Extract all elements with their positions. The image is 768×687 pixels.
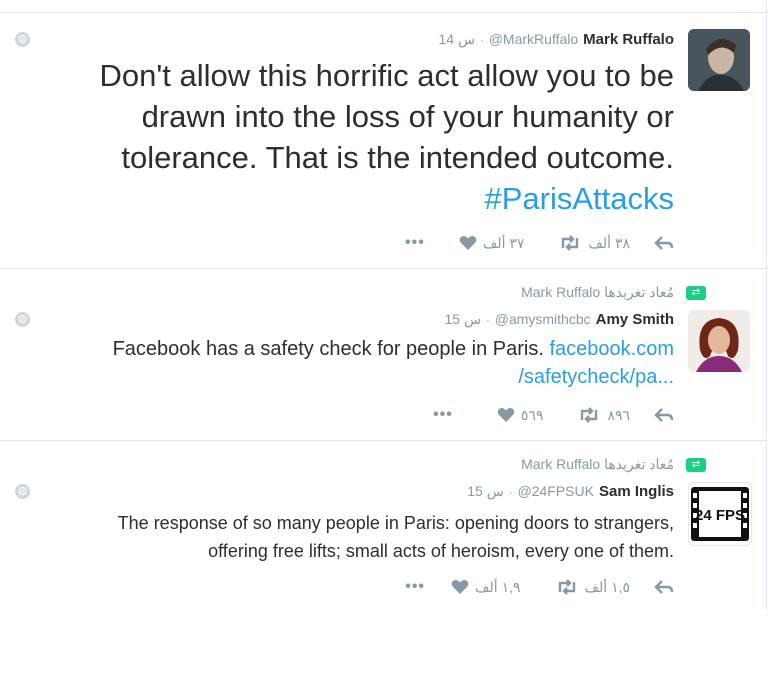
tweet[interactable]: ⇄ Mark Ruffalo مُعاد تغريدها ◍ 15 س · @2…	[0, 440, 766, 611]
tweet-text: Facebook has a safety check for people i…	[74, 335, 674, 391]
reply-icon[interactable]	[654, 235, 674, 251]
tweet[interactable]: ◍ 14 س · @MarkRuffalo Mark Ruffalo Don't…	[0, 12, 766, 269]
heart-icon	[497, 407, 515, 423]
tweet-text-body: Don't allow this horrific act allow you …	[99, 58, 674, 175]
tweet-text-body: Facebook has a safety check for people i…	[112, 338, 544, 360]
retweet-button[interactable]: ١,٥ ألف	[555, 579, 630, 596]
tweet-header: 15 س · @24FPSUK Sam Inglis	[467, 483, 674, 500]
avatar-label: 24 FPS	[695, 507, 745, 524]
timeline: ◍ 14 س · @MarkRuffalo Mark Ruffalo Don't…	[0, 0, 767, 610]
heart-icon	[459, 235, 477, 251]
retweet-icon	[558, 235, 582, 251]
tweet-time[interactable]: 15 س	[445, 311, 482, 328]
more-icon[interactable]: •••	[405, 578, 425, 596]
retweet-context-icon: ⇄	[686, 286, 706, 300]
user-name[interactable]: Mark Ruffalo	[583, 31, 674, 48]
like-button[interactable]: ١,٩ ألف	[451, 578, 521, 596]
reply-icon[interactable]	[654, 407, 674, 423]
like-button[interactable]: ٥٦٩	[497, 406, 544, 424]
retweet-context-icon: ⇄	[686, 458, 706, 472]
hashtag-link[interactable]: #ParisAttacks	[484, 181, 674, 216]
tweet-text: The response of so many people in Paris:…	[14, 509, 674, 565]
tweet-actions: ٨٩٦ ٥٦٩ •••	[328, 404, 674, 426]
retweet-count: ٣٨ ألف	[588, 234, 630, 251]
retweet-icon	[555, 579, 579, 595]
more-icon[interactable]: •••	[433, 406, 453, 424]
user-handle[interactable]: @MarkRuffalo	[489, 31, 578, 47]
user-name[interactable]: Amy Smith	[596, 311, 674, 328]
tweet[interactable]: ⇄ Mark Ruffalo مُعاد تغريدها ◍ 15 س · @a…	[0, 268, 766, 441]
reply-icon[interactable]	[654, 579, 674, 595]
avatar[interactable]	[688, 29, 750, 91]
heart-icon	[451, 579, 469, 595]
like-count: ١,٩ ألف	[475, 578, 521, 595]
tweet-text-line: The response of so many people in Paris:…	[117, 513, 674, 533]
globe-icon: ◍	[15, 32, 30, 47]
globe-icon: ◍	[15, 484, 30, 499]
retweet-button[interactable]: ٨٩٦	[577, 407, 630, 424]
tweet-time[interactable]: 15 س	[467, 483, 504, 500]
retweet-icon	[577, 407, 601, 423]
like-count: ٣٧ ألف	[482, 234, 525, 251]
user-handle[interactable]: @amysmithcbc	[495, 311, 591, 327]
retweet-context[interactable]: Mark Ruffalo مُعاد تغريدها	[521, 284, 674, 301]
separator-dot: ·	[480, 35, 484, 47]
tweet-header: 15 س · @amysmithcbc Amy Smith	[445, 311, 675, 328]
avatar[interactable]	[688, 310, 750, 372]
tweet-actions: ١,٥ ألف ١,٩ ألف •••	[328, 576, 674, 598]
retweet-count: ٨٩٦	[607, 406, 630, 423]
like-button[interactable]: ٣٧ ألف	[459, 234, 525, 252]
retweet-button[interactable]: ٣٨ ألف	[558, 235, 630, 252]
like-count: ٥٦٩	[520, 406, 544, 423]
tweet-time[interactable]: 14 س	[438, 31, 475, 48]
more-icon[interactable]: •••	[405, 234, 425, 252]
retweet-count: ١,٥ ألف	[584, 578, 630, 595]
user-handle[interactable]: @24FPSUK	[518, 483, 594, 499]
tweet-actions: ٣٨ ألف ٣٧ ألف •••	[328, 232, 674, 254]
retweet-context[interactable]: Mark Ruffalo مُعاد تغريدها	[521, 456, 674, 473]
tweet-header: 14 س · @MarkRuffalo Mark Ruffalo	[438, 31, 674, 48]
separator-dot: ·	[508, 487, 513, 499]
tweet-link[interactable]: facebook.com	[549, 338, 674, 360]
separator-dot: ·	[486, 315, 490, 327]
user-name[interactable]: Sam Inglis	[599, 483, 674, 500]
tweet-text-line: offering free lifts; small acts of heroi…	[208, 541, 674, 561]
tweet-link-continued[interactable]: /safetycheck/pa...	[74, 363, 674, 391]
globe-icon: ◍	[15, 312, 30, 327]
avatar[interactable]: 24 FPS	[688, 482, 752, 546]
tweet-text: Don't allow this horrific act allow you …	[44, 55, 674, 219]
